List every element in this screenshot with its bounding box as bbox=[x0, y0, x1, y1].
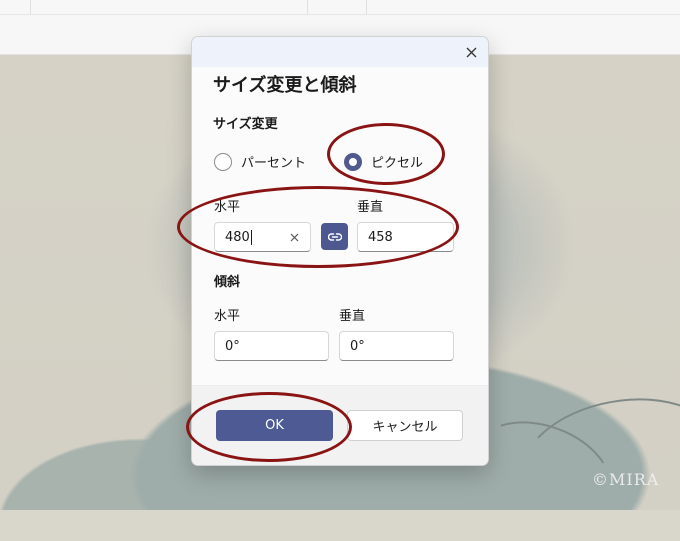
toolbar-strip bbox=[0, 0, 680, 15]
clear-icon bbox=[290, 233, 298, 241]
skew-heading: 傾斜 bbox=[214, 275, 241, 290]
clear-button[interactable] bbox=[286, 229, 302, 245]
resize-heading: サイズ変更 bbox=[213, 117, 278, 132]
ok-button[interactable]: OK bbox=[216, 410, 333, 441]
resize-horizontal-input[interactable]: 480 bbox=[214, 222, 311, 252]
resize-skew-dialog: サイズ変更と傾斜 サイズ変更 パーセント ピクセル 水平 垂直 480 458 … bbox=[191, 36, 489, 466]
radio-percent-label: パーセント bbox=[241, 156, 307, 171]
radio-pixel-circle bbox=[344, 152, 362, 171]
resize-vertical-input[interactable]: 458 bbox=[357, 222, 454, 252]
skew-horizontal-label: 水平 bbox=[214, 309, 241, 324]
cancel-button[interactable]: キャンセル bbox=[347, 410, 463, 441]
link-aspect-button[interactable] bbox=[321, 223, 348, 250]
text-caret bbox=[250, 229, 252, 245]
toolbar-separator bbox=[307, 0, 308, 14]
radio-percent[interactable]: パーセント bbox=[214, 152, 306, 171]
link-icon bbox=[327, 232, 342, 241]
skew-vertical-value: 0° bbox=[350, 338, 365, 354]
radio-pixel-label: ピクセル bbox=[371, 156, 424, 171]
close-button[interactable] bbox=[461, 42, 481, 62]
dialog-footer: OK キャンセル bbox=[192, 385, 488, 465]
radio-pixel[interactable]: ピクセル bbox=[344, 152, 423, 171]
skew-horizontal-value: 0° bbox=[225, 338, 240, 354]
toolbar-separator bbox=[366, 0, 367, 14]
dialog-title: サイズ変更と傾斜 bbox=[213, 75, 357, 96]
resize-vertical-label: 垂直 bbox=[357, 200, 384, 215]
close-icon bbox=[466, 47, 476, 57]
resize-horizontal-label: 水平 bbox=[214, 200, 241, 215]
skew-vertical-label: 垂直 bbox=[339, 309, 366, 324]
dialog-titlebar bbox=[192, 37, 488, 67]
resize-horizontal-value: 480 bbox=[225, 229, 250, 245]
skew-horizontal-input[interactable]: 0° bbox=[214, 331, 329, 361]
radio-percent-circle bbox=[214, 152, 232, 171]
skew-vertical-input[interactable]: 0° bbox=[339, 331, 454, 361]
watermark: ©MIRA bbox=[592, 470, 660, 489]
resize-vertical-value: 458 bbox=[368, 229, 393, 245]
toolbar-separator bbox=[30, 0, 31, 14]
